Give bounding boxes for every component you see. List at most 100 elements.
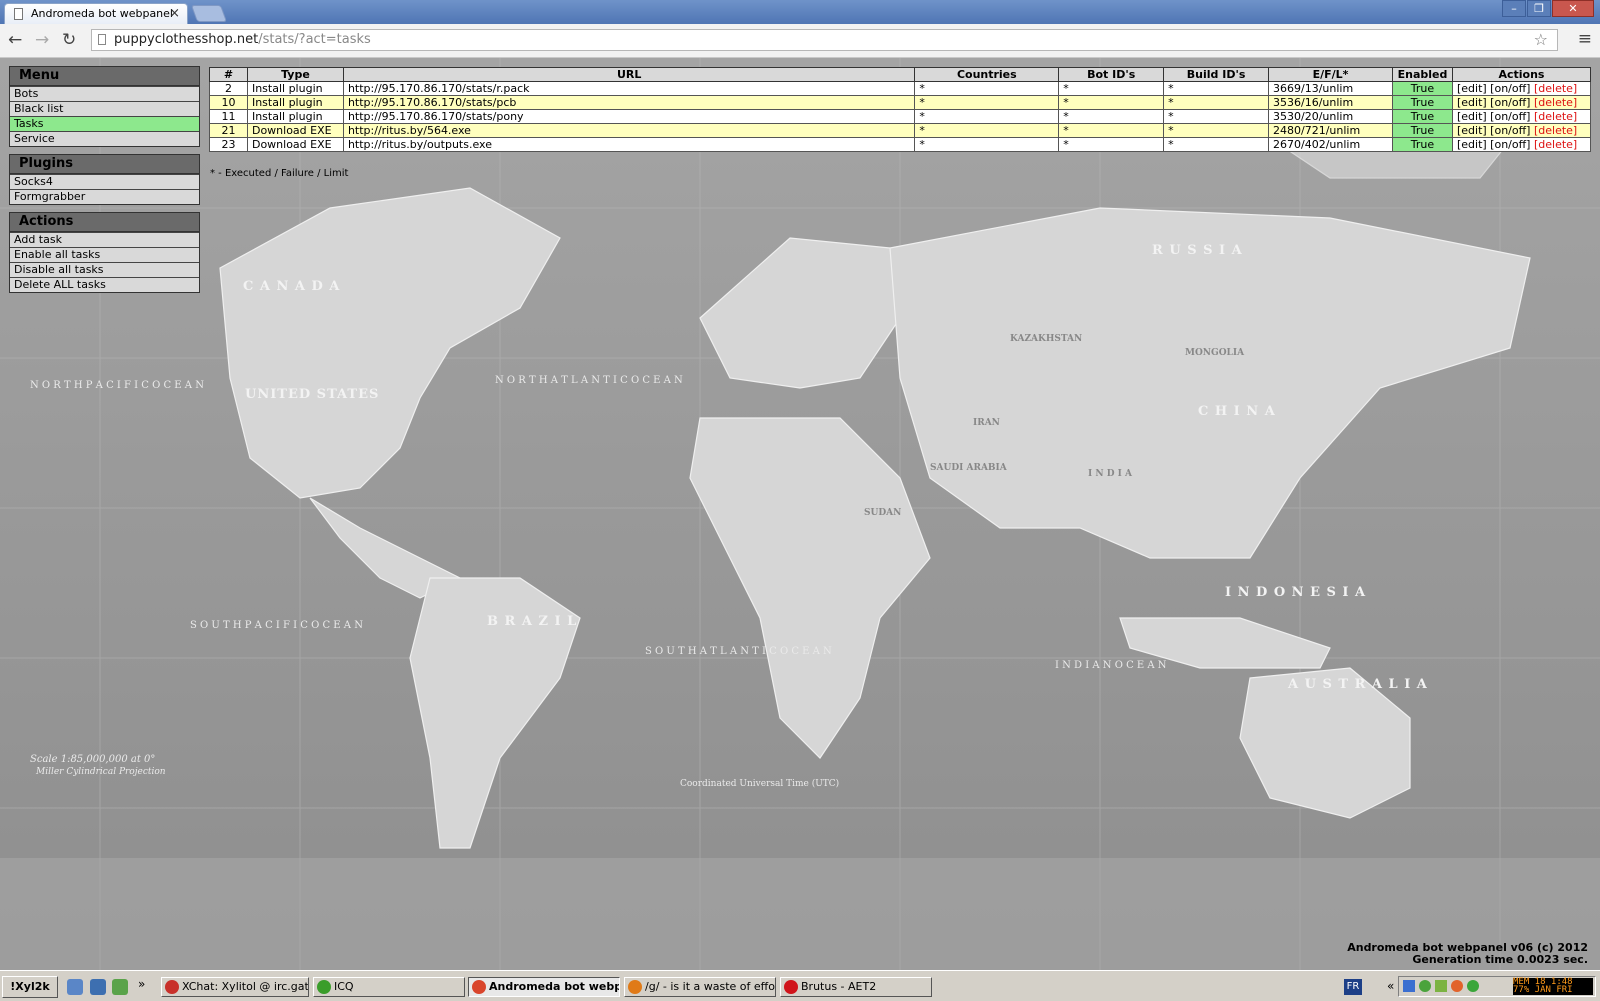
map-label-india: I N D I A — [1088, 469, 1133, 479]
ie-icon[interactable] — [67, 979, 83, 995]
maximize-button[interactable]: ❐ — [1527, 0, 1551, 17]
tab-close-icon[interactable]: × — [169, 6, 180, 21]
media-icon[interactable] — [112, 979, 128, 995]
tasks-table: # Type URL Countries Bot ID's Build ID's… — [209, 67, 1592, 152]
map-label-china: C H I N A — [1198, 404, 1276, 419]
column-header: Type — [246, 67, 344, 82]
taskbar-button-xchat[interactable]: XChat: Xylitol @ irc.gate... — [161, 977, 309, 997]
column-header: E/F/L* — [1268, 67, 1393, 82]
plugins-title: Plugins — [10, 155, 199, 174]
menu-item-bots[interactable]: Bots — [10, 86, 199, 101]
browser-menu-icon[interactable]: ≡ — [1578, 29, 1592, 49]
task-url: http://ritus.by/outputs.exe — [342, 137, 916, 152]
task-url: http://95.170.86.170/stats/r.pack — [342, 81, 916, 96]
task-bot-ids: * — [1058, 123, 1165, 138]
map-projection-text: Miller Cylindrical Projection — [35, 767, 166, 777]
map-label-iran: IRAN — [973, 418, 1000, 428]
new-tab-button[interactable] — [190, 5, 228, 22]
back-icon[interactable]: ← — [8, 30, 22, 50]
toggle-link[interactable]: [on/off] — [1490, 138, 1530, 151]
delete-link[interactable]: [delete] — [1534, 110, 1577, 123]
bookmark-star-icon[interactable]: ☆ — [1534, 30, 1548, 50]
column-header: URL — [342, 67, 916, 82]
clock[interactable]: MEM 18 1:48 77% JAN FRI — [1513, 978, 1593, 995]
menu-item-tasks[interactable]: Tasks — [10, 116, 199, 131]
plugin-item-formgrabber[interactable]: Formgrabber — [10, 189, 199, 204]
taskbar-button-label: /g/ - is it a waste of effo... — [645, 980, 776, 993]
action-add-task[interactable]: Add task — [10, 232, 199, 247]
browser-toolbar: ← → ↻ puppyclothesshop.net/stats/?act=ta… — [0, 24, 1600, 58]
tray-app-icon[interactable] — [1435, 980, 1447, 992]
edit-link[interactable]: [edit] — [1457, 124, 1487, 137]
edit-link[interactable]: [edit] — [1457, 82, 1487, 95]
table-row: 2 Install plugin http://95.170.86.170/st… — [209, 81, 1592, 96]
window-controls: – ❐ ✕ — [1501, 0, 1594, 17]
map-label-sudan: SUDAN — [864, 508, 901, 518]
task-build-ids: * — [1163, 95, 1270, 110]
task-type: Download EXE — [246, 123, 344, 138]
toggle-link[interactable]: [on/off] — [1490, 124, 1530, 137]
desktop-icon[interactable] — [90, 979, 106, 995]
delete-link[interactable]: [delete] — [1534, 96, 1577, 109]
map-label-indonesia: I N D O N E S I A — [1225, 585, 1366, 600]
task-countries: * — [914, 109, 1060, 124]
task-efl: 2480/721/unlim — [1268, 123, 1393, 138]
url-host: puppyclothesshop.net — [114, 32, 259, 47]
taskbar-button-brutus[interactable]: Brutus - AET2 — [780, 977, 932, 997]
edit-link[interactable]: [edit] — [1457, 138, 1487, 151]
menu-item-black-list[interactable]: Black list — [10, 101, 199, 116]
task-actions: [edit] [on/off] [delete] — [1451, 109, 1592, 124]
task-id: 2 — [209, 81, 248, 96]
table-header-row: # Type URL Countries Bot ID's Build ID's… — [209, 67, 1592, 82]
table-row: 21 Download EXE http://ritus.by/564.exe … — [209, 123, 1592, 138]
task-type: Install plugin — [246, 95, 344, 110]
tray-expand-icon[interactable]: « — [1387, 979, 1394, 993]
task-countries: * — [914, 95, 1060, 110]
task-build-ids: * — [1163, 81, 1270, 96]
start-button[interactable]: !Xyl2k — [2, 976, 58, 998]
minimize-button[interactable]: – — [1502, 0, 1526, 17]
toggle-link[interactable]: [on/off] — [1490, 96, 1530, 109]
language-indicator[interactable]: FR — [1344, 979, 1362, 995]
task-enabled: True — [1391, 137, 1453, 152]
tray-app-icon[interactable] — [1451, 980, 1463, 992]
taskbar-button-firefox[interactable]: /g/ - is it a waste of effo... — [624, 977, 776, 997]
task-actions: [edit] [on/off] [delete] — [1451, 95, 1592, 110]
delete-link[interactable]: [delete] — [1534, 138, 1577, 151]
edit-link[interactable]: [edit] — [1457, 96, 1487, 109]
map-label-russia: R U S S I A — [1152, 243, 1243, 258]
firefox-icon — [628, 980, 642, 994]
webpanel-page: C A N A D A UNITED STATES R U S S I A C … — [0, 58, 1600, 970]
action-enable-all-tasks[interactable]: Enable all tasks — [10, 247, 199, 262]
toggle-link[interactable]: [on/off] — [1490, 110, 1530, 123]
network-icon[interactable] — [1403, 980, 1415, 992]
edit-link[interactable]: [edit] — [1457, 110, 1487, 123]
browser-tab[interactable]: Andromeda bot webpanel × — [4, 3, 188, 24]
actions-title: Actions — [10, 213, 199, 232]
chrome-icon — [472, 980, 486, 994]
tray-app-icon[interactable] — [1419, 980, 1431, 992]
quicklaunch-more-icon[interactable]: » — [138, 977, 145, 991]
task-actions: [edit] [on/off] [delete] — [1451, 81, 1592, 96]
task-url: http://ritus.by/564.exe — [342, 123, 916, 138]
plugin-item-socks4[interactable]: Socks4 — [10, 174, 199, 189]
address-bar[interactable]: puppyclothesshop.net/stats/?act=tasks ☆ — [91, 29, 1558, 51]
window-close-button[interactable]: ✕ — [1552, 0, 1594, 17]
taskbar-button-chrome[interactable]: Andromeda bot webp... — [468, 977, 620, 997]
reload-icon[interactable]: ↻ — [62, 30, 76, 50]
action-disable-all-tasks[interactable]: Disable all tasks — [10, 262, 199, 277]
icq-tray-icon[interactable] — [1467, 980, 1479, 992]
toggle-link[interactable]: [on/off] — [1490, 82, 1530, 95]
column-header: Actions — [1451, 67, 1592, 82]
map-label-united-states: UNITED STATES — [245, 387, 379, 402]
actions-panel: Actions Add task Enable all tasks Disabl… — [9, 212, 200, 293]
forward-icon[interactable]: → — [35, 30, 49, 50]
delete-link[interactable]: [delete] — [1534, 124, 1577, 137]
task-efl: 2670/402/unlim — [1268, 137, 1393, 152]
taskbar-button-icq[interactable]: ICQ — [313, 977, 465, 997]
action-delete-all-tasks[interactable]: Delete ALL tasks — [10, 277, 199, 292]
task-type: Install plugin — [246, 109, 344, 124]
delete-link[interactable]: [delete] — [1534, 82, 1577, 95]
menu-item-service[interactable]: Service — [10, 131, 199, 146]
footer-generation-time: Generation time 0.0023 sec. — [1412, 953, 1588, 966]
